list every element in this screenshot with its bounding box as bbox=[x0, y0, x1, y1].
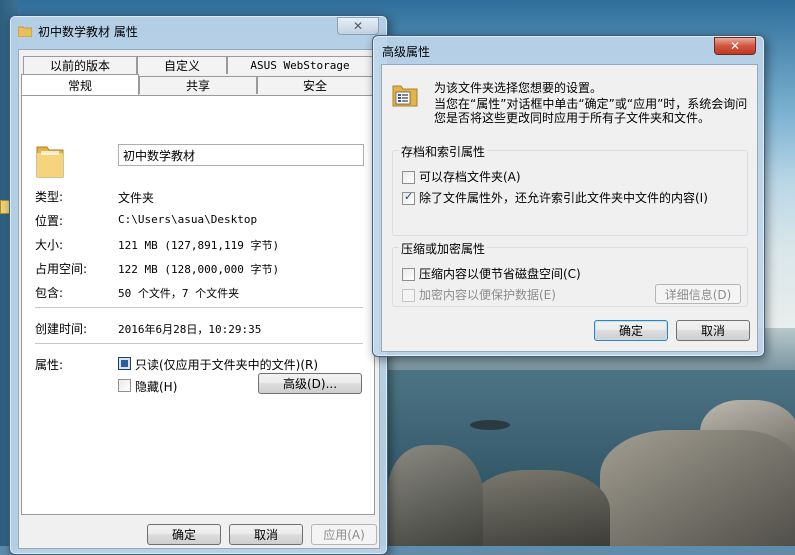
apply-button[interactable]: 应用(A) bbox=[311, 524, 377, 545]
tab-label: 共享 bbox=[185, 79, 210, 93]
close-button[interactable]: ✕ bbox=[337, 17, 379, 35]
created-value: 2016年6月28日，10:29:35 bbox=[118, 323, 262, 336]
created-label: 创建时间: bbox=[35, 322, 88, 336]
folder-icon bbox=[18, 26, 32, 37]
size-on-disk-label: 占用空间: bbox=[35, 262, 88, 276]
archive-label[interactable]: 可以存档文件夹(A) bbox=[419, 170, 521, 185]
dialog-client-area: 为该文件夹选择您想要的设置。 当您在“属性”对话框中单击“确定”或“应用”时，系… bbox=[381, 64, 758, 352]
tab-label: ASUS WebStorage bbox=[250, 59, 350, 72]
close-icon: ✕ bbox=[729, 39, 741, 53]
advanced-attributes-dialog: 高级属性 ✕ 为该文件夹选择您想要的设置。 当您在“属性”对话框中单击“确定”或… bbox=[372, 35, 765, 357]
separator bbox=[35, 307, 363, 308]
tab-general[interactable]: 常规 bbox=[21, 74, 139, 95]
tab-customize[interactable]: 自定义 bbox=[137, 56, 227, 74]
type-value: 文件夹 bbox=[118, 191, 155, 205]
folder-icon bbox=[36, 146, 64, 178]
ok-button[interactable]: 确定 bbox=[147, 524, 221, 545]
wallpaper-rock bbox=[388, 445, 483, 546]
archive-index-group: 存档和索引属性 可以存档文件夹(A) 除了文件属性外，还允许索引此文件夹中文件的… bbox=[392, 143, 748, 236]
folder-properties-window: 初中数学教材 属性 ✕ 以前的版本 自定义 ASUS WebStorage 常规… bbox=[9, 15, 388, 555]
attributes-label: 属性: bbox=[35, 358, 64, 372]
index-label[interactable]: 除了文件属性外，还允许索引此文件夹中文件的内容(I) bbox=[419, 191, 708, 206]
general-tab-panel: 初中数学教材 类型: 文件夹 位置: C:\Users\asua\Desktop… bbox=[21, 95, 375, 515]
encrypt-checkbox[interactable] bbox=[402, 289, 415, 302]
tab-label: 自定义 bbox=[163, 59, 200, 73]
contains-label: 包含: bbox=[35, 286, 64, 300]
readonly-label[interactable]: 只读(仅应用于文件夹中的文件)(R) bbox=[135, 356, 318, 373]
tab-label: 安全 bbox=[302, 79, 327, 93]
readonly-checkbox[interactable] bbox=[118, 357, 131, 370]
dialog-title: 高级属性 bbox=[382, 45, 431, 59]
wallpaper-rock bbox=[470, 470, 610, 546]
tab-label: 常规 bbox=[67, 78, 92, 93]
tab-previous-versions[interactable]: 以前的版本 bbox=[23, 56, 137, 74]
cancel-button[interactable]: 取消 bbox=[229, 524, 303, 545]
size-value: 121 MB (127,891,119 字节) bbox=[118, 239, 280, 252]
tab-asus-webstorage[interactable]: ASUS WebStorage bbox=[227, 56, 373, 74]
wallpaper-islet bbox=[470, 420, 510, 430]
details-button[interactable]: 详细信息(D) bbox=[655, 284, 741, 304]
folder-name-input[interactable]: 初中数学教材 bbox=[118, 144, 364, 166]
cancel-button[interactable]: 取消 bbox=[676, 320, 750, 341]
compress-checkbox[interactable] bbox=[402, 268, 415, 281]
tab-label: 以前的版本 bbox=[49, 59, 110, 73]
index-checkbox[interactable] bbox=[402, 190, 415, 205]
tab-security[interactable]: 安全 bbox=[257, 76, 373, 94]
close-button[interactable]: ✕ bbox=[714, 37, 756, 55]
tab-sharing[interactable]: 共享 bbox=[139, 76, 257, 94]
separator bbox=[35, 343, 363, 344]
encrypt-label[interactable]: 加密内容以便保护数据(E) bbox=[419, 288, 556, 303]
contains-value: 50 个文件，7 个文件夹 bbox=[118, 287, 240, 300]
close-icon: ✕ bbox=[352, 19, 364, 33]
group-title: 压缩或加密属性 bbox=[399, 240, 488, 257]
archive-checkbox[interactable] bbox=[402, 171, 415, 184]
intro-line-2: 当您在“属性”对话框中单击“确定”或“应用”时，系统会询问您是否将这些更改同时应… bbox=[434, 97, 748, 125]
attributes-icon bbox=[392, 85, 418, 107]
window-title: 初中数学教材 属性 bbox=[38, 25, 138, 39]
compress-encrypt-group: 压缩或加密属性 压缩内容以便节省磁盘空间(C) 加密内容以便保护数据(E) 详细… bbox=[392, 240, 748, 307]
group-title: 存档和索引属性 bbox=[399, 143, 488, 160]
size-label: 大小: bbox=[35, 238, 64, 252]
size-on-disk-value: 122 MB (128,000,000 字节) bbox=[118, 263, 280, 276]
type-label: 类型: bbox=[35, 190, 64, 204]
ok-button[interactable]: 确定 bbox=[594, 320, 668, 341]
hidden-checkbox[interactable] bbox=[118, 379, 131, 392]
hidden-label[interactable]: 隐藏(H) bbox=[135, 378, 177, 395]
location-value: C:\Users\asua\Desktop bbox=[118, 213, 258, 226]
compress-label[interactable]: 压缩内容以便节省磁盘空间(C) bbox=[419, 267, 581, 282]
location-label: 位置: bbox=[35, 214, 64, 228]
titlebar[interactable]: 初中数学教材 属性 ✕ bbox=[10, 16, 387, 44]
wallpaper-rock bbox=[600, 430, 795, 546]
advanced-button[interactable]: 高级(D)... bbox=[258, 373, 362, 394]
titlebar[interactable]: 高级属性 ✕ bbox=[373, 36, 764, 64]
intro-line-1: 为该文件夹选择您想要的设置。 bbox=[434, 81, 603, 95]
properties-client-area: 以前的版本 自定义 ASUS WebStorage 常规 共享 安全 初中数学教… bbox=[18, 49, 380, 549]
